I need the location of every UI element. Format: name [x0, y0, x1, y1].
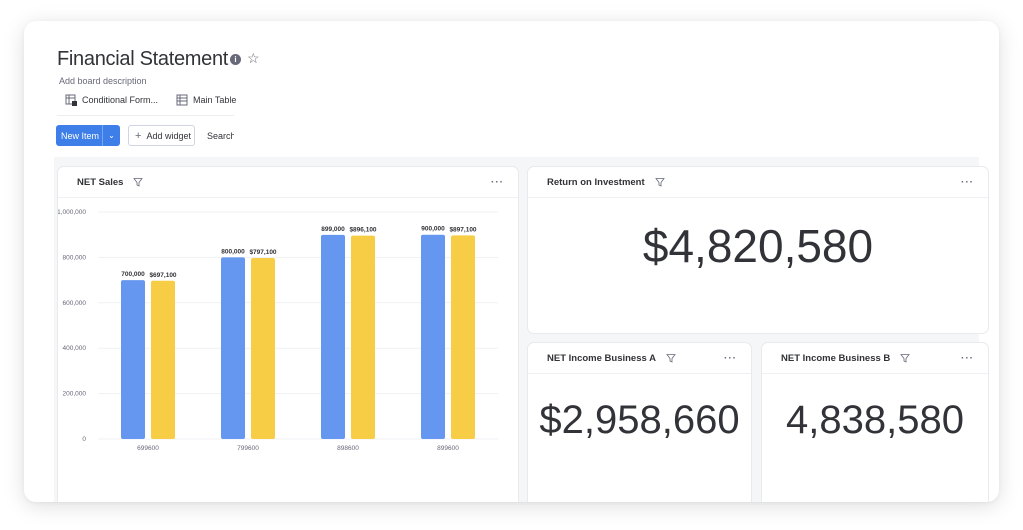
table-icon [176, 94, 188, 106]
y-tick-label: 200,000 [63, 391, 87, 398]
tab-main-table[interactable]: Main Table [176, 94, 236, 106]
data-label: 800,000 [221, 248, 245, 255]
income-a-widget: NET Income Business A ··· $2,958,660 [528, 343, 751, 502]
filter-icon[interactable] [133, 177, 144, 187]
more-options-icon[interactable]: ··· [724, 353, 737, 364]
x-tick-label: 799600 [237, 445, 259, 452]
bar-2 [151, 280, 175, 439]
divider [57, 115, 234, 116]
data-label: 900,000 [421, 226, 445, 233]
income-b-value: 4,838,580 [786, 398, 964, 442]
y-tick-label: 600,000 [63, 300, 87, 307]
bar-2 [451, 235, 475, 439]
bar-1 [221, 257, 245, 439]
widget-title: NET Income Business A [547, 352, 656, 364]
more-options-icon[interactable]: ··· [961, 353, 974, 364]
board-window: Financial Statement i ☆ Add board descri… [24, 21, 999, 502]
new-item-button[interactable]: New Item ⌄ [56, 125, 120, 146]
y-tick-label: 800,000 [63, 254, 87, 261]
plus-icon: + [135, 129, 142, 142]
chevron-down-icon[interactable]: ⌄ [102, 125, 120, 146]
more-options-icon[interactable]: ··· [961, 177, 974, 188]
net-sales-chart: 0 200,000 400,000 600,000 800,000 1,000,000 70… [58, 209, 498, 452]
filter-icon[interactable] [654, 177, 665, 187]
page-title[interactable]: Financial Statement [57, 48, 228, 71]
info-icon[interactable]: i [230, 54, 241, 65]
search-button[interactable]: Search [204, 125, 234, 146]
widget-title: NET Income Business B [781, 352, 891, 364]
data-label: $896,100 [349, 227, 376, 234]
net-sales-widget: NET Sales ··· 0 200,000 400,000 600,000 800,… [58, 167, 518, 502]
filter-icon[interactable] [900, 353, 911, 363]
data-label: 899,000 [321, 226, 345, 233]
view-tabs: Conditional Form... Main Table [65, 94, 236, 106]
widget-title: Return on Investment [547, 176, 645, 188]
income-b-widget: NET Income Business B ··· 4,838,580 [762, 343, 988, 502]
x-tick-label: 898600 [337, 445, 359, 452]
widget-header: NET Sales ··· [58, 167, 518, 198]
data-label: $897,100 [449, 226, 476, 233]
table-automation-icon [65, 94, 77, 106]
tab-conditional-formatting[interactable]: Conditional Form... [65, 94, 158, 106]
more-options-icon[interactable]: ··· [491, 177, 504, 188]
roi-widget: Return on Investment ··· $4,820,580 [528, 167, 988, 333]
widget-header: NET Income Business A ··· [528, 343, 751, 374]
income-a-value: $2,958,660 [539, 398, 740, 442]
bar-1 [321, 234, 345, 439]
data-label: $797,100 [249, 249, 276, 256]
filter-icon[interactable] [666, 353, 676, 363]
y-tick-label: 0 [82, 436, 86, 443]
x-tick-label: 899600 [437, 445, 459, 452]
bar-2 [351, 235, 375, 439]
x-tick-label: 699600 [137, 445, 159, 452]
bar-1 [421, 234, 445, 439]
y-tick-label: 1,000,000 [58, 209, 86, 216]
widget-header: Return on Investment ··· [528, 167, 988, 198]
widget-header: NET Income Business B ··· [762, 343, 988, 374]
data-label: 700,000 [121, 271, 145, 278]
bar-1 [121, 280, 145, 439]
tab-label: Conditional Form... [82, 95, 159, 105]
y-tick-label: 400,000 [63, 345, 87, 352]
tab-label: Main Table [193, 95, 237, 105]
widget-title: NET Sales [77, 176, 124, 188]
board-description[interactable]: Add board description [59, 76, 147, 86]
star-icon[interactable]: ☆ [247, 50, 260, 67]
data-label: $697,100 [149, 272, 176, 279]
roi-value: $4,820,580 [642, 220, 874, 272]
bar-2 [251, 258, 275, 439]
add-widget-button[interactable]: + Add widget [128, 125, 195, 146]
